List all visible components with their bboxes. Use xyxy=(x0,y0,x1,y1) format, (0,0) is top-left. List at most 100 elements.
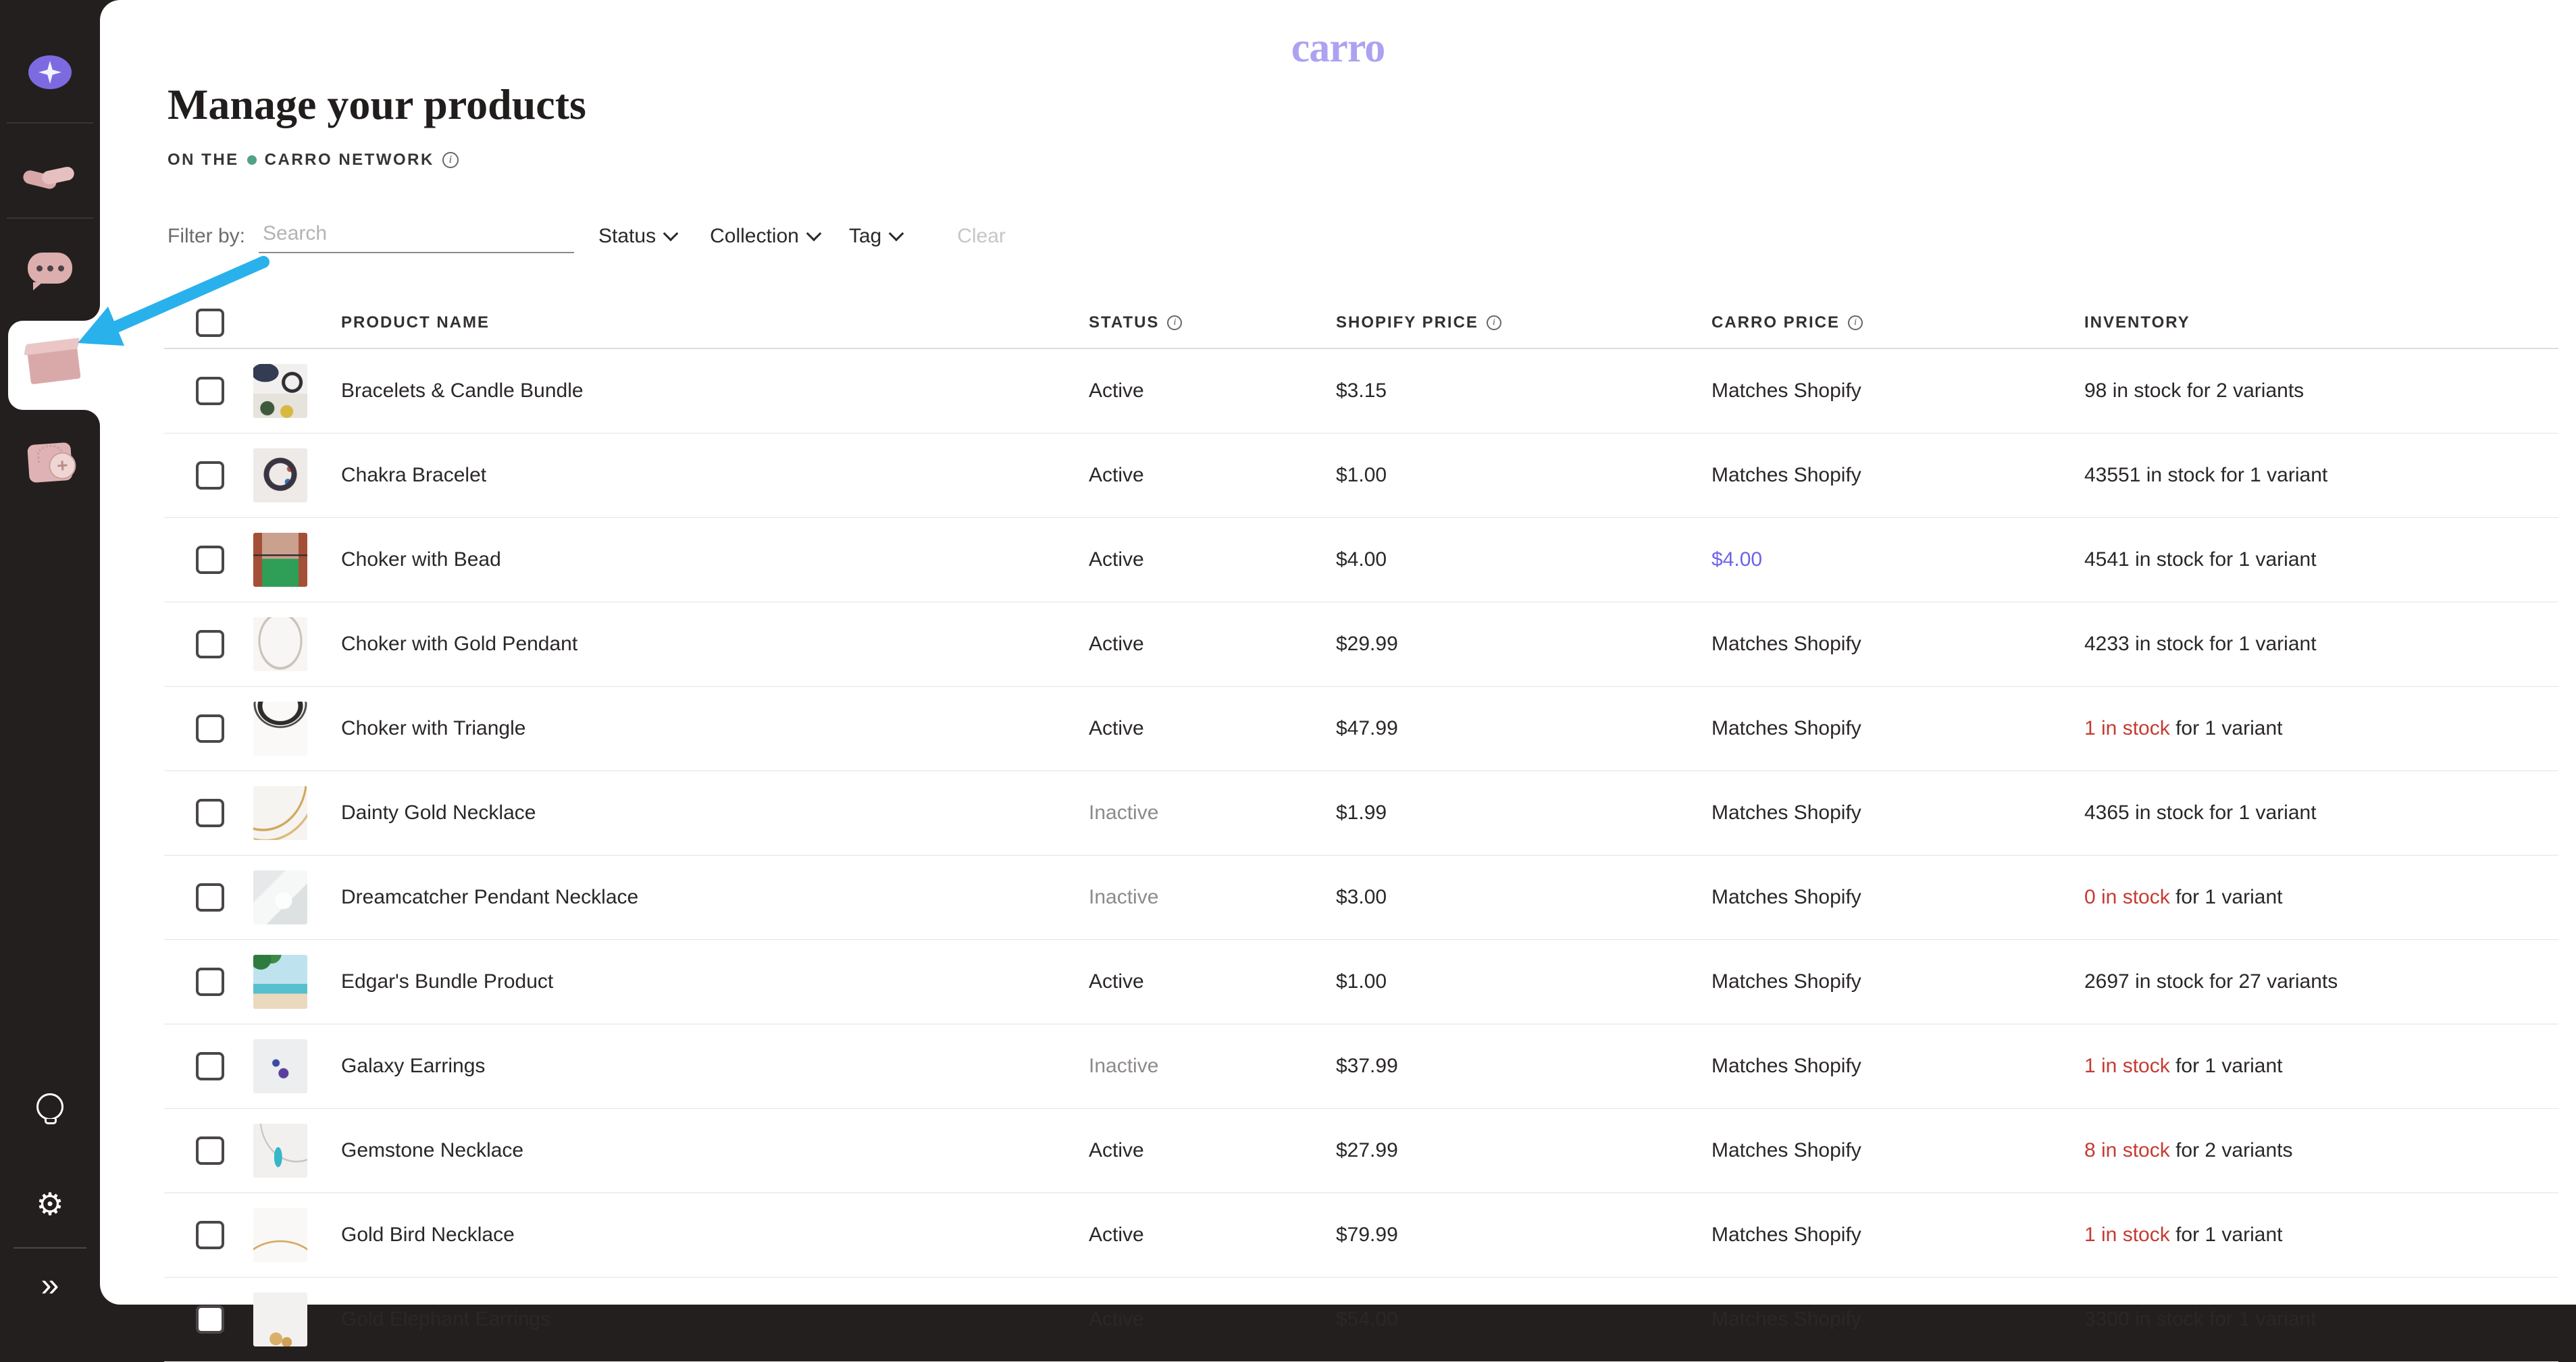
filter-bar: Filter by: Status Collection Tag Clear xyxy=(168,215,2549,258)
tag-dropdown-label: Tag xyxy=(848,225,882,247)
sidebar-item-messages[interactable] xyxy=(0,238,100,298)
carro-price: Matches Shopify xyxy=(1711,633,1861,655)
sparkle-button[interactable] xyxy=(28,55,72,89)
table-row[interactable]: Gemstone Necklace Active $27.99 Matches … xyxy=(164,1109,2558,1193)
product-name: Bracelets & Candle Bundle xyxy=(341,379,584,402)
inventory: 4541 in stock for 1 variant xyxy=(2084,518,2317,602)
row-checkbox[interactable] xyxy=(196,546,224,574)
product-name: Choker with Gold Pendant xyxy=(341,633,578,655)
table-row[interactable]: Choker with Bead Active $4.00 $4.00 4541… xyxy=(164,518,2558,602)
status-label: Inactive xyxy=(1089,1055,1159,1077)
table-row[interactable]: Choker with Gold Pendant Active $29.99 M… xyxy=(164,602,2558,687)
page-title: Manage your products xyxy=(168,80,586,128)
inventory-stock: 1 in stock xyxy=(2084,1055,2170,1077)
inventory-suffix: for 2 variants xyxy=(2181,379,2304,402)
product-name: Galaxy Earrings xyxy=(341,1055,486,1077)
inventory-suffix: for 1 variant xyxy=(2215,464,2328,486)
shopify-price: $4.00 xyxy=(1336,548,1387,571)
sidebar-divider xyxy=(7,122,93,124)
carro-price: Matches Shopify xyxy=(1711,717,1861,739)
product-thumbnail xyxy=(253,702,307,756)
carro-price[interactable]: $4.00 xyxy=(1711,518,1762,602)
column-status: STATUS i xyxy=(1089,297,1183,348)
inventory-suffix: for 1 variant xyxy=(2169,1224,2283,1246)
shopify-price: $29.99 xyxy=(1336,633,1398,655)
table-row[interactable]: Choker with Triangle Active $47.99 Match… xyxy=(164,687,2558,771)
inventory: 4233 in stock for 1 variant xyxy=(2084,602,2317,686)
info-icon[interactable]: i xyxy=(1848,315,1863,330)
status-label: Active xyxy=(1089,717,1144,739)
expand-sidebar-button[interactable]: » xyxy=(0,1267,100,1305)
info-icon[interactable]: i xyxy=(1486,315,1501,330)
sidebar-item-collections[interactable]: + xyxy=(0,425,100,500)
carro-price: Matches Shopify xyxy=(1711,1224,1861,1246)
row-checkbox[interactable] xyxy=(196,1221,224,1249)
row-checkbox[interactable] xyxy=(196,799,224,827)
table-row[interactable]: Galaxy Earrings Inactive $37.99 Matches … xyxy=(164,1024,2558,1109)
help-ideas-button[interactable] xyxy=(0,1084,100,1129)
filter-by-label: Filter by: xyxy=(168,225,246,247)
status-dropdown[interactable]: Status xyxy=(598,225,679,248)
product-thumbnail xyxy=(253,448,307,502)
inventory: 1 in stock for 1 variant xyxy=(2084,687,2282,770)
table-row[interactable]: Gold Bird Necklace Active $79.99 Matches… xyxy=(164,1193,2558,1278)
inventory-stock: 43551 in stock xyxy=(2084,464,2215,486)
row-checkbox[interactable] xyxy=(196,714,224,743)
subtitle-prefix: ON THE xyxy=(168,151,239,169)
double-chevron-icon: » xyxy=(41,1267,59,1303)
inventory-suffix: for 27 variants xyxy=(2203,970,2338,993)
status-label: Active xyxy=(1089,1308,1144,1330)
inventory-stock: 1 in stock xyxy=(2084,717,2170,739)
inventory-suffix: for 1 variant xyxy=(2203,802,2317,824)
product-thumbnail xyxy=(253,533,307,587)
main-panel: carro Manage your products ON THE CARRO … xyxy=(100,0,2576,1362)
shopify-price: $1.99 xyxy=(1336,802,1387,824)
row-checkbox[interactable] xyxy=(196,630,224,658)
inventory: 8 in stock for 2 variants xyxy=(2084,1109,2292,1193)
row-checkbox[interactable] xyxy=(196,461,224,490)
row-checkbox[interactable] xyxy=(196,1052,224,1080)
inventory-suffix: for 1 variant xyxy=(2169,717,2283,739)
settings-button[interactable]: ⚙ xyxy=(0,1180,100,1228)
green-dot-icon xyxy=(247,155,257,165)
sidebar-item-assistant[interactable] xyxy=(0,53,100,92)
table-row[interactable]: Bracelets & Candle Bundle Active $3.15 M… xyxy=(164,349,2558,434)
inventory-stock: 98 in stock xyxy=(2084,379,2182,402)
search-input[interactable] xyxy=(259,219,575,253)
shopify-price: $47.99 xyxy=(1336,717,1398,739)
row-checkbox[interactable] xyxy=(196,1136,224,1165)
status-label: Active xyxy=(1089,464,1144,486)
sidebar-item-products-active[interactable] xyxy=(8,321,100,410)
inventory: 1 in stock for 1 variant xyxy=(2084,1024,2282,1108)
shopify-price: $1.00 xyxy=(1336,464,1387,486)
info-icon[interactable]: i xyxy=(442,152,459,168)
products-box-icon xyxy=(27,346,81,385)
inventory-suffix: for 1 variant xyxy=(2203,633,2317,655)
inventory: 43551 in stock for 1 variant xyxy=(2084,434,2327,517)
clear-filters-button[interactable]: Clear xyxy=(957,225,1006,248)
inventory: 2697 in stock for 27 variants xyxy=(2084,940,2338,1024)
row-checkbox[interactable] xyxy=(196,377,224,405)
select-all-checkbox[interactable] xyxy=(196,308,224,337)
table-row[interactable]: Dainty Gold Necklace Inactive $1.99 Matc… xyxy=(164,771,2558,856)
collection-dropdown[interactable]: Collection xyxy=(710,225,822,248)
info-icon[interactable]: i xyxy=(1167,315,1183,330)
inventory-suffix: for 1 variant xyxy=(2203,1308,2317,1330)
table-row[interactable]: Chakra Bracelet Active $1.00 Matches Sho… xyxy=(164,434,2558,518)
column-product-name: PRODUCT NAME xyxy=(341,313,490,332)
row-checkbox[interactable] xyxy=(196,1305,224,1334)
sidebar-item-partnerships[interactable] xyxy=(0,146,100,208)
row-checkbox[interactable] xyxy=(196,883,224,912)
table-row[interactable]: Edgar's Bundle Product Active $1.00 Matc… xyxy=(164,940,2558,1024)
table-header: PRODUCT NAME STATUS i SHOPIFY PRICE i CARR… xyxy=(164,297,2558,349)
inventory: 3300 in stock for 1 variant xyxy=(2084,1278,2317,1361)
tag-dropdown[interactable]: Tag xyxy=(848,225,904,248)
carro-price: Matches Shopify xyxy=(1711,886,1861,908)
product-name: Choker with Triangle xyxy=(341,717,526,739)
collections-medal-icon: + xyxy=(27,442,77,483)
row-checkbox[interactable] xyxy=(196,968,224,996)
table-row[interactable]: Gold Elephant Earrings Active $54.00 Mat… xyxy=(164,1278,2558,1362)
gear-icon: ⚙ xyxy=(36,1186,64,1222)
table-row[interactable]: Dreamcatcher Pendant Necklace Inactive $… xyxy=(164,856,2558,940)
inventory-suffix: for 1 variant xyxy=(2169,1055,2283,1077)
